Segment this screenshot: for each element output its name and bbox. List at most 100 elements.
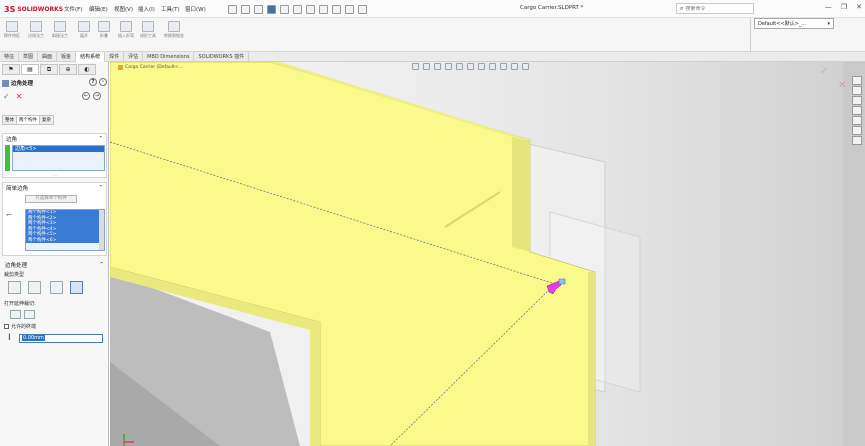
ribbon-button-fold[interactable]: 折叠: [94, 21, 114, 49]
collapse-chevron-icon[interactable]: ⌃: [99, 262, 104, 268]
confirm-corner-ok-icon[interactable]: ✓: [820, 66, 828, 77]
home-icon[interactable]: [228, 4, 237, 14]
file-explorer-icon[interactable]: [852, 96, 862, 105]
end-trim-icon[interactable]: [8, 281, 21, 294]
tab-surfaces[interactable]: 曲面: [38, 52, 58, 62]
monitor-icon[interactable]: [522, 63, 529, 70]
redo-icon[interactable]: [306, 4, 315, 14]
members-list[interactable]: 两个构件<1> 两个构件<2> 两个构件<3> 两个构件<4> 两个构件<5> …: [25, 209, 105, 251]
options-gear-icon[interactable]: [358, 4, 367, 14]
tab-solidworks-addins[interactable]: SOLIDWORKS 插件: [194, 52, 250, 62]
end-miter-icon[interactable]: [28, 281, 41, 294]
view-palette-icon[interactable]: [852, 106, 862, 115]
menu-window[interactable]: 窗口(W): [185, 5, 206, 13]
list-item[interactable]: 两个构件<6>: [26, 237, 104, 243]
feature-manager-tab-icon[interactable]: ⚑: [2, 64, 20, 75]
tab-sheet-metal[interactable]: 钣金: [57, 52, 77, 62]
ribbon-button-miter-flange[interactable]: 斜接法兰: [50, 21, 70, 49]
tab-mbd-dimensions[interactable]: MBD Dimensions: [143, 52, 195, 62]
zoom-to-fit-icon[interactable]: [412, 63, 419, 70]
appearances-icon[interactable]: [852, 116, 862, 125]
view-orientation-icon[interactable]: [456, 63, 463, 70]
corner-marker[interactable]: [558, 278, 566, 285]
menu-edit[interactable]: 编辑(E): [89, 5, 108, 13]
forward-arrow-icon[interactable]: →: [93, 92, 101, 100]
member-side-face: [588, 272, 595, 446]
planar-trim-icon[interactable]: [10, 310, 21, 319]
ok-check-icon[interactable]: ✓: [3, 92, 10, 101]
back-arrow-icon[interactable]: ←: [82, 92, 90, 100]
display-manager-tab-icon[interactable]: ◐: [78, 64, 96, 75]
hide-show-icon[interactable]: [478, 63, 485, 70]
custom-properties-icon[interactable]: [852, 126, 862, 135]
menu-file[interactable]: 文件(F): [64, 5, 82, 13]
solidworks-resources-icon[interactable]: [852, 76, 862, 85]
menu-insert[interactable]: 插入(I): [138, 5, 155, 13]
ribbon-button-unfold[interactable]: 展开: [74, 21, 94, 49]
resize-handle[interactable]: ⋯: [53, 173, 57, 178]
collapse-chevron-icon[interactable]: ⌃: [98, 185, 103, 191]
previous-view-icon[interactable]: [434, 63, 441, 70]
graphics-area[interactable]: [110, 62, 865, 446]
tab-sketch[interactable]: 草图: [19, 52, 39, 62]
subtab-complex[interactable]: 复杂: [39, 115, 54, 125]
dimxpert-tab-icon[interactable]: ⊕: [59, 64, 77, 75]
open-icon[interactable]: [254, 4, 263, 14]
tab-features[interactable]: 特征: [0, 52, 20, 62]
view-settings-icon[interactable]: [511, 63, 518, 70]
zoom-area-icon[interactable]: [423, 63, 430, 70]
tab-weldments[interactable]: 焊件: [105, 52, 125, 62]
rebuild-icon[interactable]: [332, 4, 341, 14]
document-title: Cargo Carrier.SLDPRT *: [520, 5, 584, 11]
restore-icon[interactable]: ❐: [841, 3, 847, 11]
gap-value-input[interactable]: 0.00mm: [19, 334, 103, 343]
display-style-icon[interactable]: [467, 63, 474, 70]
select-icon[interactable]: [319, 4, 328, 14]
ribbon-button-weldment[interactable]: 焊件特征: [2, 21, 22, 49]
design-library-icon[interactable]: [852, 86, 862, 95]
ribbon-button-convert-sheet-metal[interactable]: 转换到钣金: [164, 21, 184, 49]
end-butt1-icon[interactable]: [50, 281, 63, 294]
task-pane: [852, 76, 864, 154]
print-icon[interactable]: [280, 4, 289, 14]
select-single-member-button[interactable]: 只选择单个构件: [25, 195, 77, 203]
property-manager-tab-icon[interactable]: ▤: [21, 64, 39, 75]
body-trim-icon[interactable]: [24, 310, 35, 319]
document-tab-label: Cargo Carrier (Default<...: [125, 65, 183, 70]
file-properties-icon[interactable]: [345, 4, 354, 14]
corner-selection-item[interactable]: 边角<5>: [13, 146, 104, 152]
allow-gap-checkbox[interactable]: [4, 324, 9, 329]
tab-evaluate[interactable]: 评估: [124, 52, 144, 62]
document-tab[interactable]: Cargo Carrier (Default<...: [118, 65, 183, 70]
minimize-icon[interactable]: —: [825, 3, 832, 11]
search-input[interactable]: [685, 5, 746, 12]
undo-icon[interactable]: [293, 4, 302, 14]
cancel-x-icon[interactable]: ✕: [16, 92, 23, 101]
save-icon[interactable]: [267, 4, 276, 14]
subtab-two-members[interactable]: 两个构件: [16, 115, 40, 125]
ribbon-button-insert-bends[interactable]: 插入折弯: [116, 21, 136, 49]
pin-icon[interactable]: ◦: [99, 78, 107, 86]
new-document-icon[interactable]: [241, 4, 250, 14]
forum-icon[interactable]: [852, 136, 862, 145]
list-scrollbar[interactable]: [99, 210, 104, 250]
configuration-select[interactable]: Default<<默认>_... ▾: [754, 18, 834, 29]
ribbon-button-forming-tool[interactable]: 成形工具: [138, 21, 158, 49]
tab-structure-system[interactable]: 结构系统: [76, 52, 106, 62]
menu-view[interactable]: 视图(V): [114, 5, 133, 13]
confirm-corner-cancel-icon[interactable]: ✕: [838, 80, 846, 91]
search-box[interactable]: ⌕: [676, 3, 754, 14]
edit-appearance-icon[interactable]: [489, 63, 496, 70]
close-icon[interactable]: ✕: [856, 3, 862, 11]
corner-selection-box[interactable]: 边角<5>: [12, 145, 105, 171]
section-view-icon[interactable]: [445, 63, 452, 70]
apply-scene-icon[interactable]: [500, 63, 507, 70]
ribbon-button-edge-flange[interactable]: 边线法兰: [26, 21, 46, 49]
end-butt2-icon[interactable]: [70, 281, 83, 294]
configuration-manager-tab-icon[interactable]: ⧉: [40, 64, 58, 75]
app-logo[interactable]: 3S SOLIDWORKS: [4, 4, 63, 14]
subtab-overall[interactable]: 整体: [2, 115, 17, 125]
menu-tools[interactable]: 工具(T): [161, 5, 180, 13]
help-icon[interactable]: ?: [89, 78, 97, 86]
collapse-chevron-icon[interactable]: ⌃: [98, 136, 103, 142]
